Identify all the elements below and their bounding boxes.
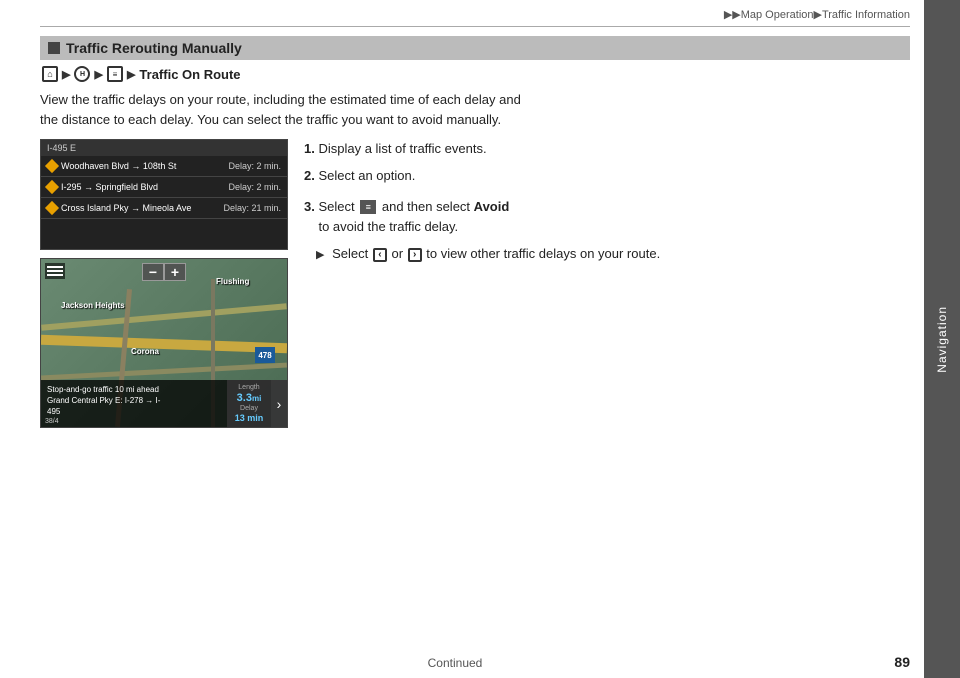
step2-text: Select an option. — [318, 168, 415, 183]
map-info-stats: Length 3.3mi Delay 13 min — [227, 380, 271, 427]
map-label-jackson: Jackson Heights — [61, 301, 125, 310]
content-area: I-495 E Woodhaven Blvd → 108th St Delay:… — [40, 139, 910, 428]
map-zoom-controls: − + — [142, 263, 186, 281]
nav-map-icon: ≡ — [107, 66, 123, 82]
traffic-delay-2: Delay: 21 min. — [223, 203, 281, 213]
step3-post: to avoid the traffic delay. — [318, 219, 458, 234]
step-1: 1. Display a list of traffic events. — [304, 139, 910, 160]
traffic-list-screenshot: I-495 E Woodhaven Blvd → 108th St Delay:… — [40, 139, 288, 250]
traffic-route-0: Woodhaven Blvd → 108th St — [61, 161, 176, 171]
steps-container: 1. Display a list of traffic events. 2. … — [304, 139, 910, 265]
header-divider — [40, 26, 910, 27]
step-3-section: 3. Select ≡ and then select Avoid to avo… — [304, 197, 910, 265]
step3-mid: and then select — [382, 199, 470, 214]
traffic-item-1: I-295 → Springfield Blvd Delay: 2 min. — [41, 177, 287, 198]
length-label: Length — [233, 384, 265, 391]
traffic-item-1-left: I-295 → Springfield Blvd — [47, 182, 158, 192]
page-number: 89 — [894, 654, 910, 670]
nav-circle-icon: H — [74, 66, 90, 82]
continued-text: Continued — [428, 656, 483, 670]
step1-text: Display a list of traffic events. — [318, 141, 486, 156]
map-menu-button[interactable] — [45, 263, 65, 279]
length-unit: mi — [252, 394, 261, 403]
traffic-diamond-icon-1 — [45, 180, 59, 194]
map-zoom-out[interactable]: − — [142, 263, 164, 281]
traffic-list-header: I-495 E — [41, 140, 287, 156]
description-text: View the traffic delays on your route, i… — [40, 90, 910, 129]
map-next-arrow[interactable]: › — [271, 380, 287, 427]
traffic-item-2: Cross Island Pky → Mineola Ave Delay: 21… — [41, 198, 287, 219]
title-square-icon — [48, 42, 60, 54]
step3-num: 3. — [304, 199, 315, 214]
sidebar-tab: Navigation — [924, 0, 960, 678]
bullet-post: to view other traffic delays on your rou… — [426, 246, 660, 261]
length-num: 3.3 — [237, 392, 252, 404]
traffic-item-0: Woodhaven Blvd → 108th St Delay: 2 min. — [41, 156, 287, 177]
traffic-delay-0: Delay: 2 min. — [228, 161, 281, 171]
sidebar-label: Navigation — [935, 306, 949, 373]
map-route-badge: 478 — [255, 347, 275, 363]
traffic-item-2-left: Cross Island Pky → Mineola Ave — [47, 203, 191, 213]
step1-num: 1. — [304, 141, 315, 156]
step3-bold: Avoid — [474, 199, 510, 214]
step-3-bullet: ▶ Select ‹ or › to view other traffic de… — [304, 244, 910, 265]
traffic-delay-1: Delay: 2 min. — [228, 182, 281, 192]
traffic-diamond-icon-0 — [45, 159, 59, 173]
desc-line2: the distance to each delay. You can sele… — [40, 112, 501, 127]
nav-arrow-2: ▶ — [94, 68, 102, 81]
map-zoom-in[interactable]: + — [164, 263, 186, 281]
breadcrumb-text: ▶▶Map Operation▶Traffic Information — [724, 9, 910, 21]
delay-label: Delay — [233, 405, 265, 412]
right-column: 1. Display a list of traffic events. 2. … — [304, 139, 910, 428]
delay-value: 13 min — [233, 413, 265, 423]
length-value: 3.3mi — [233, 392, 265, 404]
map-screenshot: Jackson Heights Corona Flushing 478 − + — [40, 258, 288, 428]
bullet-arrow-icon: ▶ — [316, 249, 324, 261]
bullet-mid: or — [391, 246, 403, 261]
section-title-text: Traffic Rerouting Manually — [66, 40, 242, 56]
desc-line1: View the traffic delays on your route, i… — [40, 92, 521, 107]
traffic-item-0-left: Woodhaven Blvd → 108th St — [47, 161, 176, 171]
step3-menu-icon: ≡ — [360, 200, 376, 214]
map-label-corona: Corona — [131, 347, 159, 356]
nav-line: ⌂ ▶ H ▶ ≡ ▶ Traffic On Route — [40, 66, 910, 82]
section-title-bar: Traffic Rerouting Manually — [40, 36, 910, 60]
breadcrumb: ▶▶Map Operation▶Traffic Information — [724, 8, 910, 21]
traffic-route-2: Cross Island Pky → Mineola Ave — [61, 203, 191, 213]
map-label-flushing: Flushing — [216, 277, 249, 286]
nav-arrow-3: ▶ — [127, 68, 135, 81]
left-column: I-495 E Woodhaven Blvd → 108th St Delay:… — [40, 139, 288, 428]
chevron-right-icon: › — [408, 248, 422, 262]
map-info-text: Stop-and-go traffic 10 mi aheadGrand Cen… — [41, 380, 227, 427]
footer-continued: Continued — [0, 656, 910, 670]
step-2: 2. Select an option. — [304, 166, 910, 187]
traffic-route-1: I-295 → Springfield Blvd — [61, 182, 158, 192]
step2-num: 2. — [304, 168, 315, 183]
map-info-bar: Stop-and-go traffic 10 mi aheadGrand Cen… — [41, 380, 287, 427]
map-coord: 38/4 — [45, 418, 59, 425]
step3-pre: Select — [318, 199, 354, 214]
main-content: Traffic Rerouting Manually ⌂ ▶ H ▶ ≡ ▶ T… — [40, 36, 910, 648]
bullet-pre: Select — [332, 246, 368, 261]
nav-label: Traffic On Route — [139, 67, 240, 82]
nav-arrow-1: ▶ — [62, 68, 70, 81]
step-3: 3. Select ≡ and then select Avoid to avo… — [304, 197, 910, 239]
chevron-left-icon: ‹ — [373, 248, 387, 262]
nav-home-icon: ⌂ — [42, 66, 58, 82]
traffic-diamond-icon-2 — [45, 201, 59, 215]
